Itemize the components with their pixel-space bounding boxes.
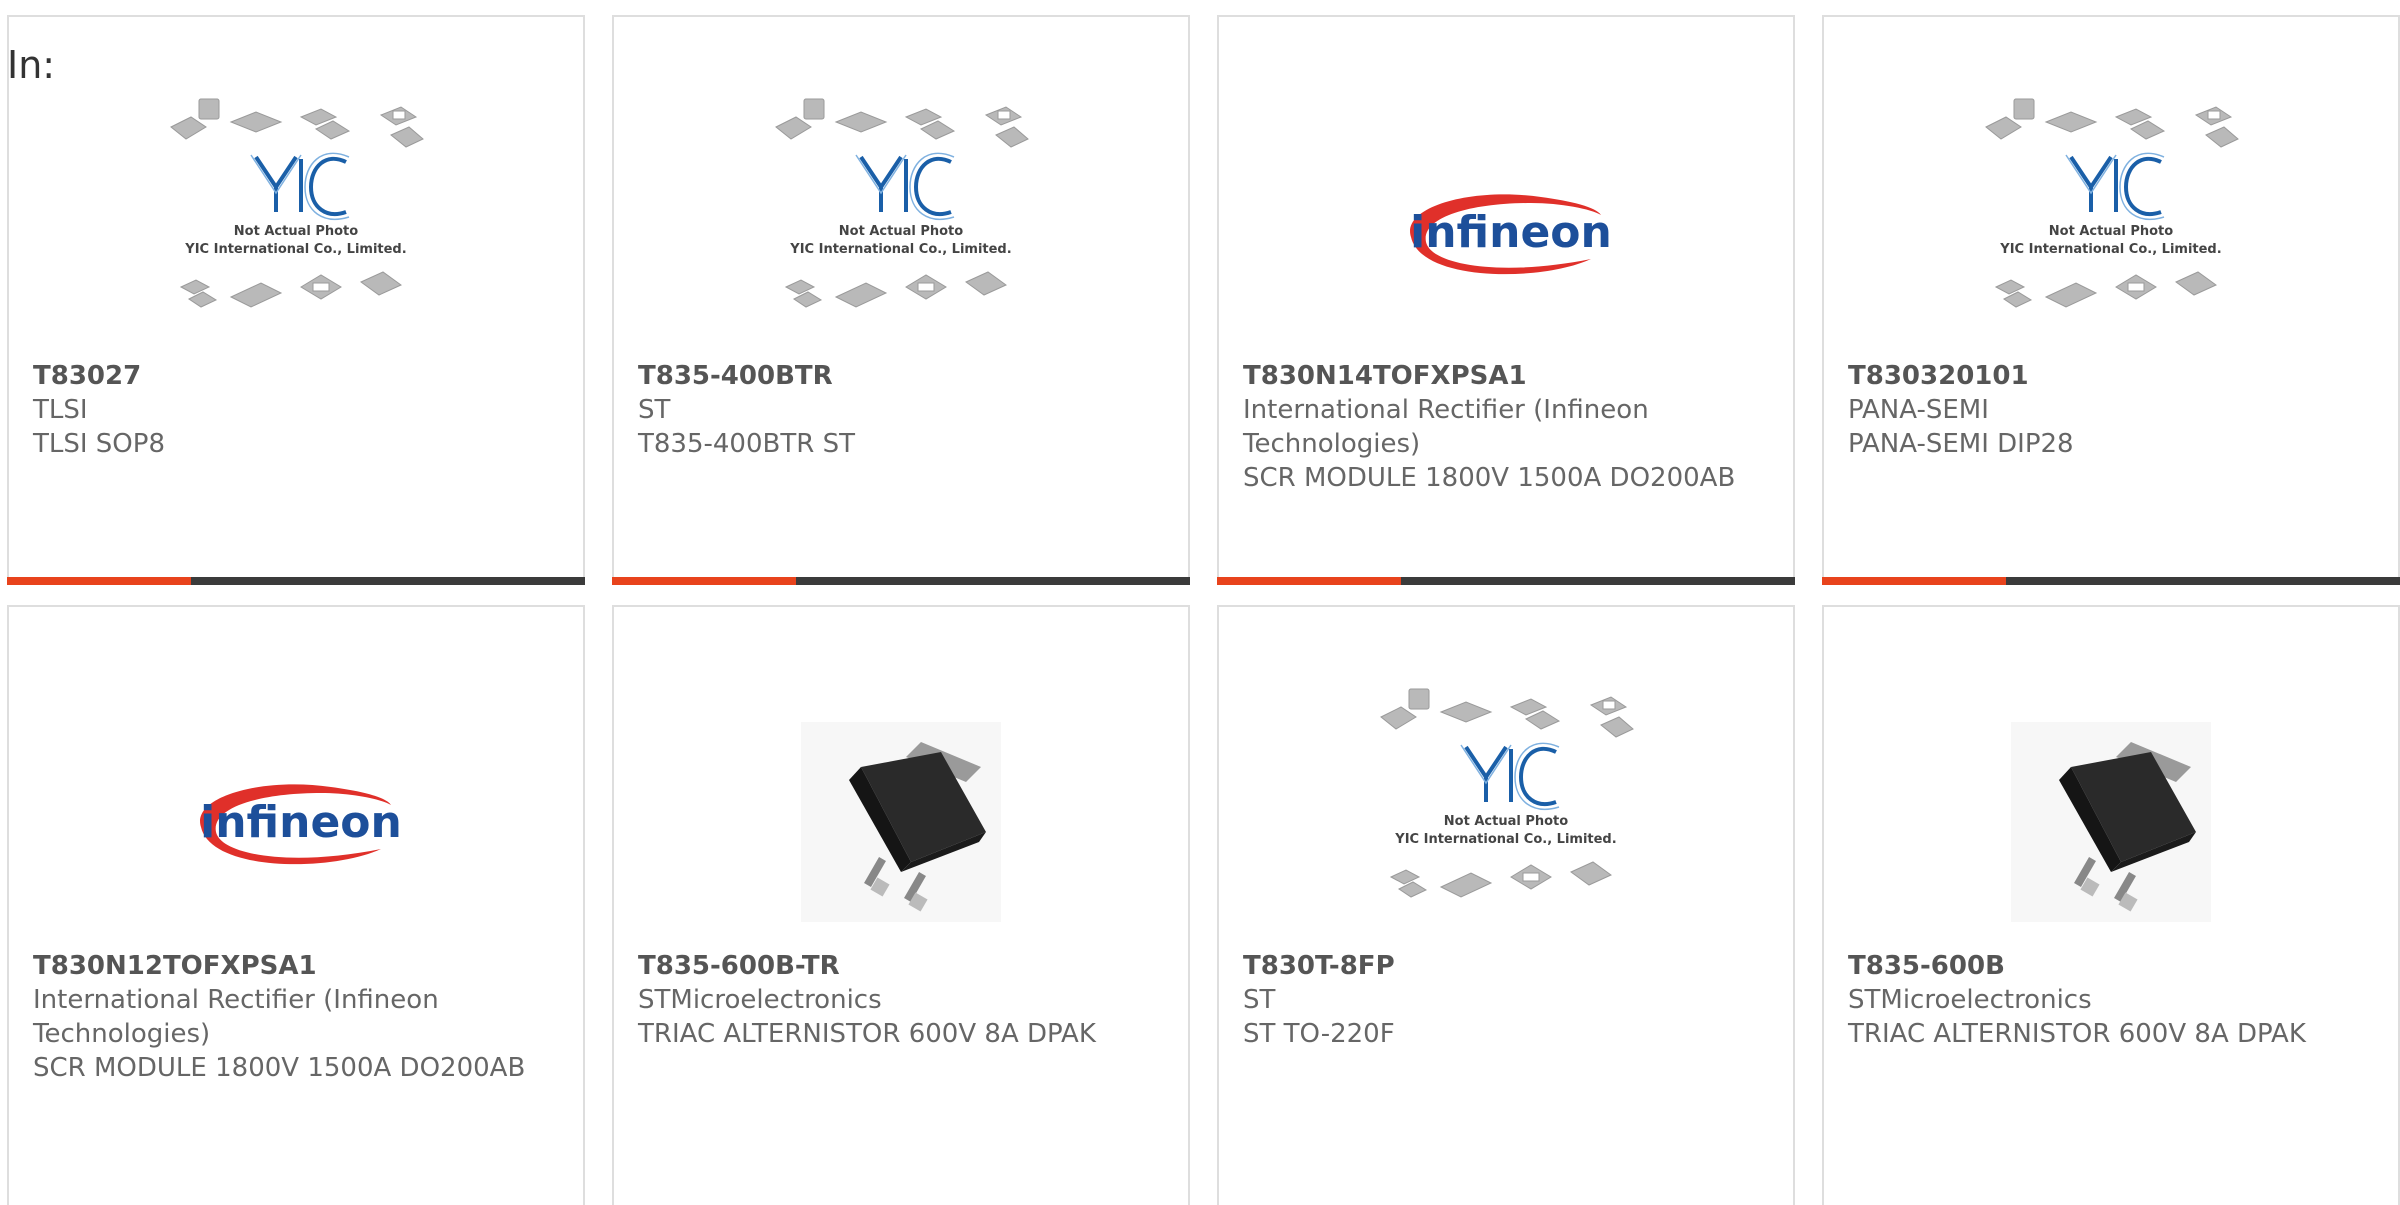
product-description: PANA-SEMI DIP28 bbox=[1848, 429, 2074, 459]
placeholder-line1: Not Actual Photo bbox=[839, 224, 963, 239]
product-image[interactable]: Not Actual Photo YIC International Co., … bbox=[614, 77, 1188, 347]
product-description: SCR MODULE 1800V 1500A DO200AB bbox=[1243, 463, 1736, 493]
dpak-package-photo bbox=[801, 722, 1001, 922]
placeholder-line2: YIC International Co., Limited. bbox=[1394, 832, 1616, 847]
product-info: T835-600B-TR STMicroelectronics TRIAC ALTE… bbox=[638, 949, 1164, 1051]
product-card[interactable]: infineon T830N14TOFXPSA1 International Re… bbox=[1217, 15, 1795, 585]
placeholder-line2: YIC International Co., Limited. bbox=[1999, 242, 2221, 257]
svg-text:infineon: infineon bbox=[1410, 207, 1612, 258]
card-accent-bar bbox=[1217, 577, 1401, 585]
card-accent-bar bbox=[7, 577, 191, 585]
product-image[interactable]: Not Actual Photo YIC International Co., … bbox=[9, 77, 583, 347]
manufacturer: STMicroelectronics bbox=[638, 985, 882, 1015]
filter-label: In: bbox=[7, 43, 56, 87]
product-info: T830T-8FP ST ST TO-220F bbox=[1243, 949, 1769, 1051]
product-image[interactable]: Not Actual Photo YIC International Co., … bbox=[1824, 77, 2398, 347]
card-bottom-bar bbox=[1822, 577, 2400, 585]
product-card[interactable]: Not Actual Photo YIC International Co., … bbox=[1217, 605, 1795, 1205]
part-number-link[interactable]: T835-600B bbox=[1848, 949, 2374, 983]
product-image[interactable]: infineon bbox=[1219, 97, 1793, 367]
product-image[interactable] bbox=[614, 687, 1188, 957]
product-image[interactable]: Not Actual Photo YIC International Co., … bbox=[1219, 667, 1793, 937]
product-info: T83027 TLSI TLSI SOP8 bbox=[33, 359, 559, 461]
manufacturer: TLSI bbox=[33, 395, 88, 425]
yic-placeholder-image: Not Actual Photo YIC International Co., … bbox=[170, 98, 424, 308]
product-card[interactable]: infineon T830N12TOFXPSA1 International Re… bbox=[7, 605, 585, 1205]
infineon-logo: infineon bbox=[200, 784, 402, 865]
placeholder-line1: Not Actual Photo bbox=[234, 224, 358, 239]
manufacturer: PANA-SEMI bbox=[1848, 395, 1989, 425]
part-number-link[interactable]: T830N12TOFXPSA1 bbox=[33, 949, 559, 983]
yic-placeholder-image: Not Actual Photo YIC International Co., … bbox=[775, 98, 1029, 308]
placeholder-line2: YIC International Co., Limited. bbox=[184, 242, 406, 257]
manufacturer: ST bbox=[1243, 985, 1276, 1015]
manufacturer: ST bbox=[638, 395, 671, 425]
product-description: ST TO-220F bbox=[1243, 1019, 1395, 1049]
product-info: T835-600B STMicroelectronics TRIAC ALTERNI… bbox=[1848, 949, 2374, 1051]
svg-text:infineon: infineon bbox=[200, 797, 402, 848]
manufacturer: International Rectifier (Infineon Techno… bbox=[1243, 395, 1649, 459]
card-bottom-bar bbox=[7, 577, 585, 585]
manufacturer: STMicroelectronics bbox=[1848, 985, 2092, 1015]
placeholder-line1: Not Actual Photo bbox=[1444, 814, 1568, 829]
infineon-logo: infineon bbox=[1410, 194, 1612, 275]
product-description: TRIAC ALTERNISTOR 600V 8A DPAK bbox=[638, 1019, 1096, 1049]
card-bottom-bar bbox=[612, 577, 1190, 585]
part-number-link[interactable]: T830320101 bbox=[1848, 359, 2374, 393]
placeholder-line1: Not Actual Photo bbox=[2049, 224, 2173, 239]
product-description: SCR MODULE 1800V 1500A DO200AB bbox=[33, 1053, 526, 1083]
manufacturer: International Rectifier (Infineon Techno… bbox=[33, 985, 439, 1049]
product-card[interactable]: Not Actual Photo YIC International Co., … bbox=[1822, 15, 2400, 585]
card-accent-bar bbox=[1822, 577, 2006, 585]
card-accent-bar bbox=[612, 577, 796, 585]
product-description: T835-400BTR ST bbox=[638, 429, 855, 459]
product-description: TLSI SOP8 bbox=[33, 429, 165, 459]
product-info: T835-400BTR ST T835-400BTR ST bbox=[638, 359, 1164, 461]
product-card[interactable]: T835-600B STMicroelectronics TRIAC ALTERNI… bbox=[1822, 605, 2400, 1205]
part-number-link[interactable]: T830T-8FP bbox=[1243, 949, 1769, 983]
yic-placeholder-image: Not Actual Photo YIC International Co., … bbox=[1380, 688, 1634, 898]
part-number-link[interactable]: T835-600B-TR bbox=[638, 949, 1164, 983]
dpak-package-photo bbox=[2011, 722, 2211, 922]
part-number-link[interactable]: T835-400BTR bbox=[638, 359, 1164, 393]
placeholder-line2: YIC International Co., Limited. bbox=[789, 242, 1011, 257]
product-card[interactable]: Not Actual Photo YIC International Co., … bbox=[7, 15, 585, 585]
part-number-link[interactable]: T83027 bbox=[33, 359, 559, 393]
product-card[interactable]: Not Actual Photo YIC International Co., … bbox=[612, 15, 1190, 585]
yic-placeholder-image: Not Actual Photo YIC International Co., … bbox=[1985, 98, 2239, 308]
product-info: T830N12TOFXPSA1 International Rectifier (… bbox=[33, 949, 559, 1085]
card-bottom-bar bbox=[1217, 577, 1795, 585]
product-description: TRIAC ALTERNISTOR 600V 8A DPAK bbox=[1848, 1019, 2306, 1049]
product-info: T830320101 PANA-SEMI PANA-SEMI DIP28 bbox=[1848, 359, 2374, 461]
part-number-link[interactable]: T830N14TOFXPSA1 bbox=[1243, 359, 1769, 393]
product-card[interactable]: T835-600B-TR STMicroelectronics TRIAC ALTE… bbox=[612, 605, 1190, 1205]
product-image[interactable]: infineon bbox=[9, 687, 583, 957]
product-image[interactable] bbox=[1824, 687, 2398, 957]
product-info: T830N14TOFXPSA1 International Rectifier (… bbox=[1243, 359, 1769, 495]
